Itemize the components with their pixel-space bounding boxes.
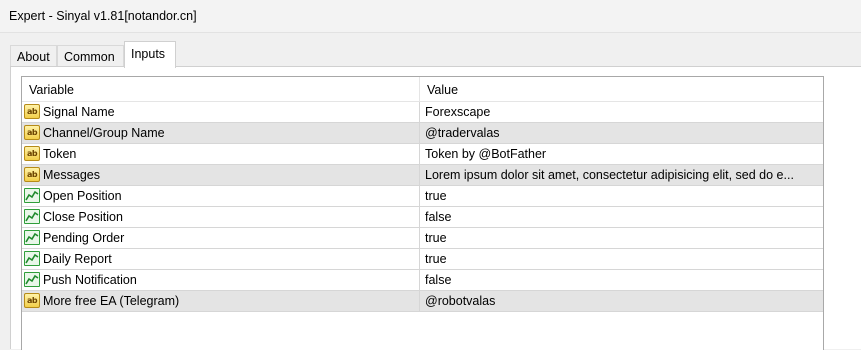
- table-row[interactable]: ab More free EA (Telegram) @robotvalas: [22, 291, 823, 312]
- variable-cell: Push Notification: [22, 270, 420, 290]
- table-row[interactable]: ab Channel/Group Name @tradervalas: [22, 123, 823, 144]
- string-param-icon: ab: [24, 146, 40, 161]
- variable-cell: ab Token: [22, 144, 420, 164]
- tab-inputs[interactable]: Inputs: [124, 41, 176, 68]
- table-row[interactable]: Close Position false: [22, 207, 823, 228]
- window-title: Expert - Sinyal v1.81[notandor.cn]: [9, 9, 197, 23]
- value-cell[interactable]: @tradervalas: [425, 126, 821, 140]
- variable-cell: Close Position: [22, 207, 420, 227]
- header-value[interactable]: Value: [427, 83, 458, 97]
- bool-param-icon: [24, 272, 40, 287]
- variable-name: Messages: [43, 168, 100, 182]
- variable-cell: ab More free EA (Telegram): [22, 291, 420, 311]
- variable-name: Daily Report: [43, 252, 112, 266]
- variable-cell: Daily Report: [22, 249, 420, 269]
- inputs-grid: Variable Value ab Signal Name Forexscape…: [21, 76, 824, 350]
- variable-name: Push Notification: [43, 273, 137, 287]
- value-cell[interactable]: false: [425, 210, 821, 224]
- bool-param-icon: [24, 230, 40, 245]
- header-variable[interactable]: Variable: [29, 83, 74, 97]
- grid-rows: ab Signal Name Forexscape ab Channel/Gro…: [22, 102, 823, 312]
- table-row[interactable]: ab Token Token by @BotFather: [22, 144, 823, 165]
- value-cell[interactable]: Forexscape: [425, 105, 821, 119]
- table-row[interactable]: Pending Order true: [22, 228, 823, 249]
- table-row[interactable]: Daily Report true: [22, 249, 823, 270]
- column-divider[interactable]: [419, 77, 420, 101]
- variable-name: Close Position: [43, 210, 123, 224]
- variable-name: Token: [43, 147, 77, 161]
- tab-about[interactable]: About: [10, 45, 57, 67]
- value-cell[interactable]: Lorem ipsum dolor sit amet, consectetur …: [425, 168, 821, 182]
- string-param-icon: ab: [24, 125, 40, 140]
- value-cell[interactable]: false: [425, 273, 821, 287]
- variable-cell: ab Signal Name: [22, 102, 420, 122]
- value-cell[interactable]: @robotvalas: [425, 294, 821, 308]
- variable-name: Channel/Group Name: [43, 126, 165, 140]
- variable-name: Open Position: [43, 189, 122, 203]
- variable-name: Pending Order: [43, 231, 125, 245]
- string-param-icon: ab: [24, 293, 40, 308]
- grid-header: Variable Value: [22, 77, 823, 102]
- expert-properties-dialog: About Common Inputs Variable Value ab Si…: [0, 33, 861, 350]
- bool-param-icon: [24, 251, 40, 266]
- table-row[interactable]: ab Messages Lorem ipsum dolor sit amet, …: [22, 165, 823, 186]
- variable-cell: ab Channel/Group Name: [22, 123, 420, 143]
- inputs-panel: Variable Value ab Signal Name Forexscape…: [10, 66, 861, 350]
- variable-cell: ab Messages: [22, 165, 420, 185]
- value-cell[interactable]: true: [425, 252, 821, 266]
- title-bar: Expert - Sinyal v1.81[notandor.cn]: [0, 0, 861, 33]
- string-param-icon: ab: [24, 167, 40, 182]
- value-cell[interactable]: Token by @BotFather: [425, 147, 821, 161]
- variable-name: More free EA (Telegram): [43, 294, 180, 308]
- table-row[interactable]: ab Signal Name Forexscape: [22, 102, 823, 123]
- table-row[interactable]: Push Notification false: [22, 270, 823, 291]
- value-cell[interactable]: true: [425, 189, 821, 203]
- tab-common[interactable]: Common: [57, 45, 124, 67]
- variable-cell: Open Position: [22, 186, 420, 206]
- string-param-icon: ab: [24, 104, 40, 119]
- bool-param-icon: [24, 188, 40, 203]
- value-cell[interactable]: true: [425, 231, 821, 245]
- variable-name: Signal Name: [43, 105, 115, 119]
- table-row[interactable]: Open Position true: [22, 186, 823, 207]
- bool-param-icon: [24, 209, 40, 224]
- variable-cell: Pending Order: [22, 228, 420, 248]
